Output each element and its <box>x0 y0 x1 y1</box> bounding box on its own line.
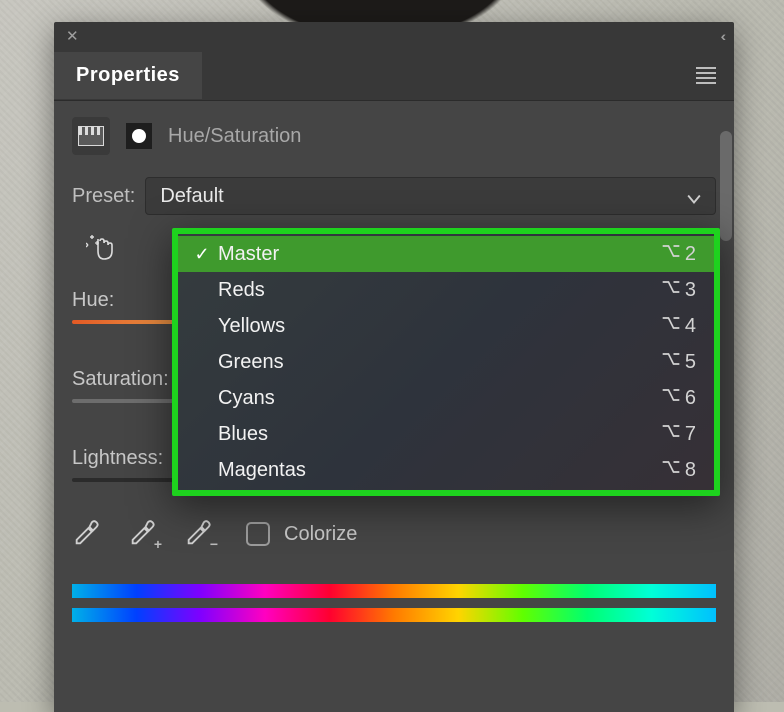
range-option-label: Cyans <box>214 387 661 410</box>
check-icon: ✓ <box>190 244 214 265</box>
range-option-label: Master <box>214 243 661 266</box>
hue-saturation-icon <box>72 117 110 155</box>
range-option-magentas[interactable]: Magentas8 <box>178 452 714 488</box>
chevron-down-icon <box>687 189 701 203</box>
range-option-shortcut: 4 <box>661 314 696 338</box>
range-option-reds[interactable]: Reds3 <box>178 272 714 308</box>
preset-select[interactable]: Default <box>145 177 716 215</box>
range-option-shortcut: 6 <box>661 386 696 410</box>
range-option-shortcut: 8 <box>661 458 696 482</box>
eyedropper-subtract-icon[interactable]: − <box>184 520 212 548</box>
panel-menu-icon[interactable] <box>690 61 722 90</box>
panel-scrollbar[interactable] <box>718 101 734 712</box>
collapse-icon[interactable]: ‹‹ <box>721 28 722 44</box>
range-option-label: Greens <box>214 351 661 374</box>
spectrum-bars <box>72 584 716 622</box>
panel-tabbar: Properties <box>54 50 734 101</box>
range-option-label: Reds <box>214 279 661 302</box>
layer-mask-icon[interactable] <box>120 117 158 155</box>
preset-value: Default <box>160 185 223 208</box>
range-option-master[interactable]: ✓Master2 <box>178 236 714 272</box>
range-option-label: Yellows <box>214 315 661 338</box>
range-option-yellows[interactable]: Yellows4 <box>178 308 714 344</box>
adjustment-title: Hue/Saturation <box>168 125 301 148</box>
close-icon[interactable]: ✕ <box>66 29 79 44</box>
range-option-blues[interactable]: Blues7 <box>178 416 714 452</box>
range-option-cyans[interactable]: Cyans6 <box>178 380 714 416</box>
spectrum-top[interactable] <box>72 584 716 598</box>
eyedropper-row: + − Colorize <box>72 520 716 548</box>
color-range-dropdown: ✓Master2Reds3Yellows4Greens5Cyans6Blues7… <box>172 228 720 496</box>
targeted-adjust-icon[interactable] <box>86 233 118 265</box>
colorize-row: Colorize <box>246 522 357 546</box>
range-option-shortcut: 7 <box>661 422 696 446</box>
range-option-label: Magentas <box>214 459 661 482</box>
panel-titlebar: ✕ ‹‹ <box>54 22 734 50</box>
preset-row: Preset: Default <box>72 177 716 215</box>
spectrum-bottom[interactable] <box>72 608 716 622</box>
range-option-greens[interactable]: Greens5 <box>178 344 714 380</box>
range-option-shortcut: 5 <box>661 350 696 374</box>
range-option-shortcut: 2 <box>661 242 696 266</box>
colorize-label: Colorize <box>284 523 357 546</box>
eyedropper-icon[interactable] <box>72 520 100 548</box>
preset-label: Preset: <box>72 185 135 208</box>
adjustment-header: Hue/Saturation <box>72 117 716 155</box>
properties-panel: ✕ ‹‹ Properties Hue/Saturation Preset: D… <box>54 22 734 712</box>
range-option-label: Blues <box>214 423 661 446</box>
colorize-checkbox[interactable] <box>246 522 270 546</box>
tab-properties[interactable]: Properties <box>54 52 202 99</box>
eyedropper-add-icon[interactable]: + <box>128 520 156 548</box>
range-option-shortcut: 3 <box>661 278 696 302</box>
